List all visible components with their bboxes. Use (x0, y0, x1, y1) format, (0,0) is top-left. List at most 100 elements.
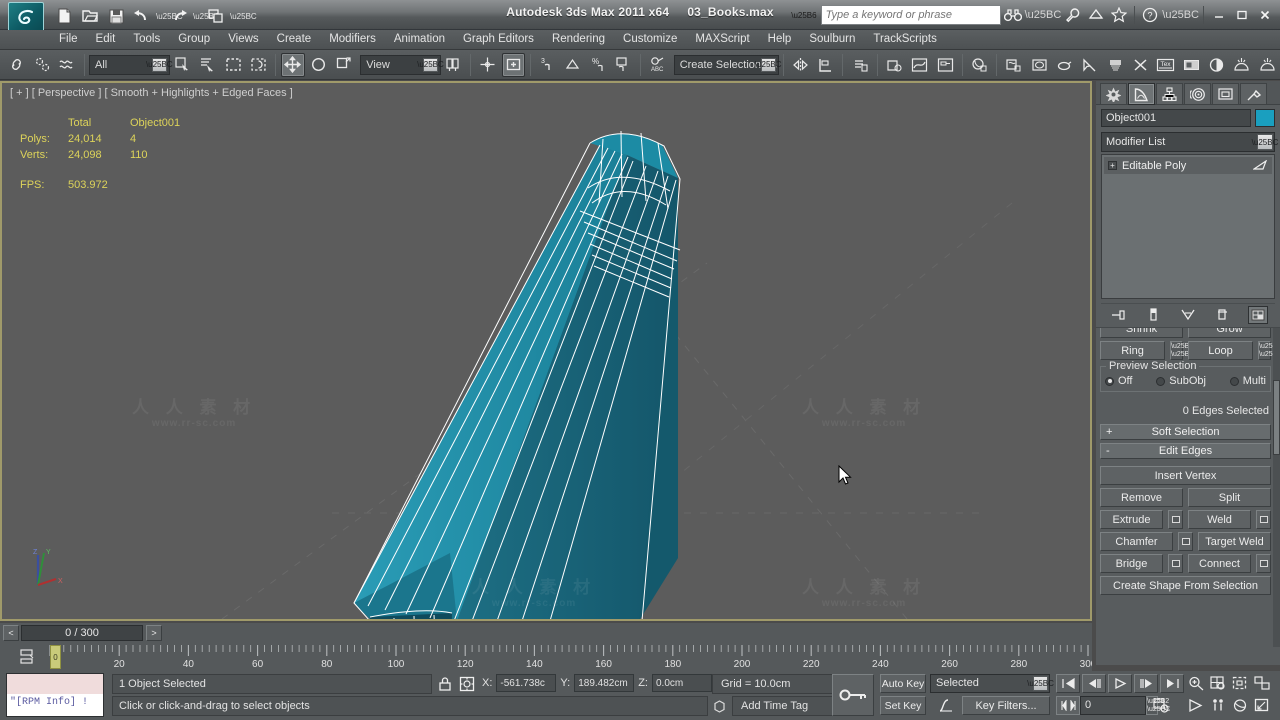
track-bar[interactable]: 20 40 60 80 100 120 140 160 180 200 220 240 260 280 30… (0, 643, 1092, 671)
shrink-button[interactable]: Shrink (1100, 328, 1183, 338)
use-pivot-point-center-icon[interactable] (442, 53, 465, 77)
select-and-link-icon[interactable] (5, 53, 28, 77)
infocenter-expand-icon[interactable]: \u25B6 (791, 11, 816, 20)
pin-stack-icon[interactable] (1108, 306, 1128, 324)
arc-rotate-icon[interactable] (1230, 696, 1249, 715)
menu-item-create[interactable]: Create (268, 30, 321, 49)
curve-editor-icon[interactable] (908, 53, 931, 77)
render-cancel-icon[interactable] (1129, 53, 1152, 77)
grow-button[interactable]: Grow (1188, 328, 1271, 338)
menu-item-modifiers[interactable]: Modifiers (320, 30, 385, 49)
named-selection-sets-arrow-icon[interactable]: \u25BC (755, 57, 782, 72)
remove-button[interactable]: Remove (1100, 488, 1183, 507)
listener-input-pane[interactable] (7, 674, 103, 694)
menu-item-rendering[interactable]: Rendering (543, 30, 614, 49)
modifier-stack-item-editable-poly[interactable]: + Editable Poly (1104, 157, 1272, 174)
configure-modifier-sets-icon[interactable] (1247, 305, 1268, 324)
loop-spinner[interactable]: \u25B2\u25BC (1258, 341, 1280, 360)
zoom-extents-all-icon[interactable] (1252, 674, 1271, 693)
project-folder-icon[interactable] (204, 4, 228, 28)
redo-dropdown-arrow-icon[interactable]: \u25BC (193, 12, 220, 21)
rectangular-selection-region-icon[interactable] (221, 53, 244, 77)
selection-lock-icon[interactable] (436, 675, 454, 693)
set-key-button[interactable]: Set Key (880, 696, 926, 715)
menu-item-customize[interactable]: Customize (614, 30, 686, 49)
motion-tab[interactable] (1184, 83, 1211, 105)
menu-item-edit[interactable]: Edit (87, 30, 125, 49)
quick-access-customize-arrow-icon[interactable]: \u25BC (230, 12, 257, 21)
coord-y-field[interactable]: 189.482cm (574, 674, 635, 692)
previous-frame-button[interactable]: < (3, 625, 19, 641)
open-mini-curve-editor-icon[interactable] (18, 647, 36, 667)
set-key-toggle-icon[interactable] (832, 674, 874, 716)
soft-selection-rollout[interactable]: + Soft Selection (1100, 424, 1271, 440)
loop-button[interactable]: Loop (1188, 341, 1253, 360)
listener-output-pane[interactable]: "[RPM Info] ! (7, 694, 103, 716)
key-filter-mode-arrow-icon[interactable]: \u25BC (1027, 676, 1054, 691)
angle-snap-toggle-icon[interactable] (561, 53, 584, 77)
new-file-icon[interactable] (52, 4, 76, 28)
time-slider-handle[interactable]: 0 (50, 645, 61, 669)
menu-item-soulburn[interactable]: Soulburn (800, 30, 864, 49)
edit-edges-rollout[interactable]: - Edit Edges (1100, 443, 1271, 459)
preview-selection-multi-radio[interactable]: Multi (1229, 375, 1266, 387)
remove-modifier-icon[interactable] (1213, 306, 1233, 324)
minimize-button[interactable] (1208, 4, 1230, 26)
named-selection-sets-combo[interactable]: Create Selection Se \u25BC (673, 54, 782, 75)
zoom-icon[interactable] (1186, 674, 1205, 693)
spinner-snap-toggle-icon[interactable] (612, 53, 635, 77)
help-dropdown-arrow-icon[interactable]: \u25BC (1162, 9, 1199, 21)
window-crossing-toggle-icon[interactable] (247, 53, 270, 77)
field-of-view-icon[interactable] (1186, 696, 1205, 715)
goto-end-button[interactable] (1160, 674, 1184, 693)
modifier-list-dropdown[interactable]: Modifier List \u25BC (1101, 132, 1278, 152)
align-icon[interactable] (814, 53, 837, 77)
ring-spinner[interactable]: \u25B2 \u25BC (1170, 341, 1194, 360)
render-setup-icon[interactable] (1002, 53, 1025, 77)
select-and-manipulate-icon[interactable] (501, 52, 525, 77)
viewport-label[interactable]: [ + ] [ Perspective ] [ Smooth + Highlig… (10, 87, 293, 99)
percent-snap-toggle-icon[interactable]: % (587, 53, 610, 77)
select-object-icon[interactable] (171, 53, 194, 77)
communication-center-icon[interactable] (1085, 4, 1107, 26)
weld-button[interactable]: Weld (1188, 510, 1251, 529)
chamfer-settings-button[interactable] (1178, 532, 1193, 551)
make-unique-icon[interactable] (1178, 306, 1198, 324)
redo-icon[interactable] (167, 4, 191, 28)
light-add-icon[interactable] (1230, 53, 1253, 77)
connect-settings-button[interactable] (1256, 554, 1271, 573)
menu-item-graph-editors[interactable]: Graph Editors (454, 30, 543, 49)
coordinate-system-arrow-icon[interactable]: \u25BC (417, 57, 444, 72)
menu-item-maxscript[interactable]: MAXScript (686, 30, 758, 49)
reference-coordinate-system-combo[interactable]: View \u25BC (360, 54, 444, 75)
graphite-modeling-tools-icon[interactable] (883, 53, 906, 77)
menu-item-file[interactable]: File (50, 30, 87, 49)
selection-filter-combo[interactable]: All \u25BC (89, 54, 173, 75)
modifier-list-arrow-icon[interactable]: \u25BC (1252, 134, 1278, 150)
close-button[interactable] (1254, 4, 1276, 26)
select-and-scale-icon[interactable] (332, 53, 355, 77)
maximize-viewport-toggle-icon[interactable] (1252, 696, 1271, 715)
texture-icon[interactable]: Tex (1154, 53, 1177, 77)
command-panel-rollouts[interactable]: Shrink Grow Ring \u25B2 \u25BC Loop \u25B… (1096, 327, 1280, 647)
next-frame-button-playback[interactable] (1134, 674, 1158, 693)
select-and-rotate-icon[interactable] (307, 53, 330, 77)
display-tab[interactable] (1212, 83, 1239, 105)
expand-modifier-icon[interactable]: + (1108, 161, 1117, 170)
select-and-move-icon[interactable] (281, 52, 305, 77)
open-file-icon[interactable] (78, 4, 102, 28)
light-add-alternate-icon[interactable] (1256, 53, 1279, 77)
preview-selection-subobj-radio[interactable]: SubObj (1156, 375, 1206, 387)
viewport-background-icon[interactable] (1180, 53, 1203, 77)
weld-settings-button[interactable] (1256, 510, 1271, 529)
rendered-frame-window-icon[interactable] (1027, 53, 1050, 77)
command-panel-scrollbar[interactable] (1273, 328, 1280, 647)
create-tab[interactable] (1100, 83, 1127, 105)
hierarchy-tab[interactable] (1156, 83, 1183, 105)
edit-named-selection-sets-icon[interactable]: ABC (646, 53, 669, 77)
modifier-stack[interactable]: + Editable Poly (1101, 154, 1275, 299)
utilities-tab[interactable] (1240, 83, 1267, 105)
create-shape-from-selection-button[interactable]: Create Shape From Selection (1100, 576, 1271, 595)
key-filters-button[interactable]: Key Filters... (962, 696, 1050, 715)
key-filter-mode-combo[interactable]: Selected \u25BC (930, 674, 1054, 693)
